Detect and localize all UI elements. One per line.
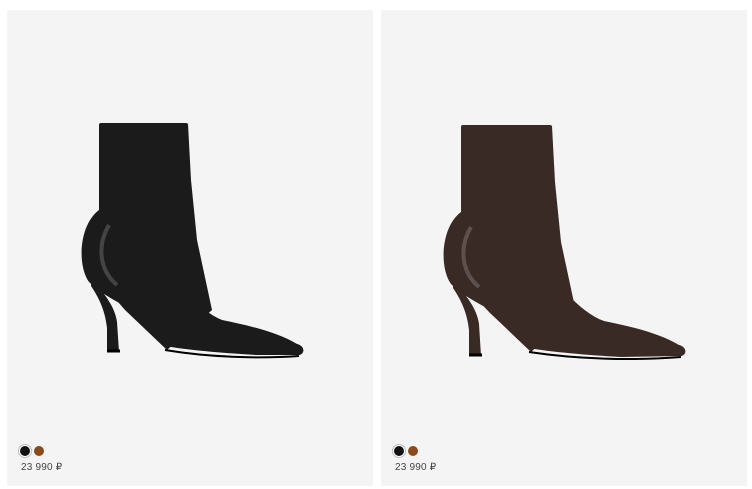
color-swatches [394,446,418,456]
color-swatch-brown[interactable] [34,446,44,456]
color-swatch-brown[interactable] [408,446,418,456]
color-swatch-black[interactable] [394,446,404,456]
ankle-boot-illustration [81,123,304,359]
color-swatch-black[interactable] [20,446,30,456]
product-price: 23 990 ₽ [21,462,63,473]
ankle-boot-illustration [443,125,686,361]
product-price: 23 990 ₽ [395,462,437,473]
color-swatches [20,446,44,456]
product-image[interactable] [381,10,747,430]
product-card[interactable]: 23 990 ₽ [7,10,373,486]
product-image[interactable] [7,10,373,430]
product-card[interactable]: 23 990 ₽ [381,10,747,486]
